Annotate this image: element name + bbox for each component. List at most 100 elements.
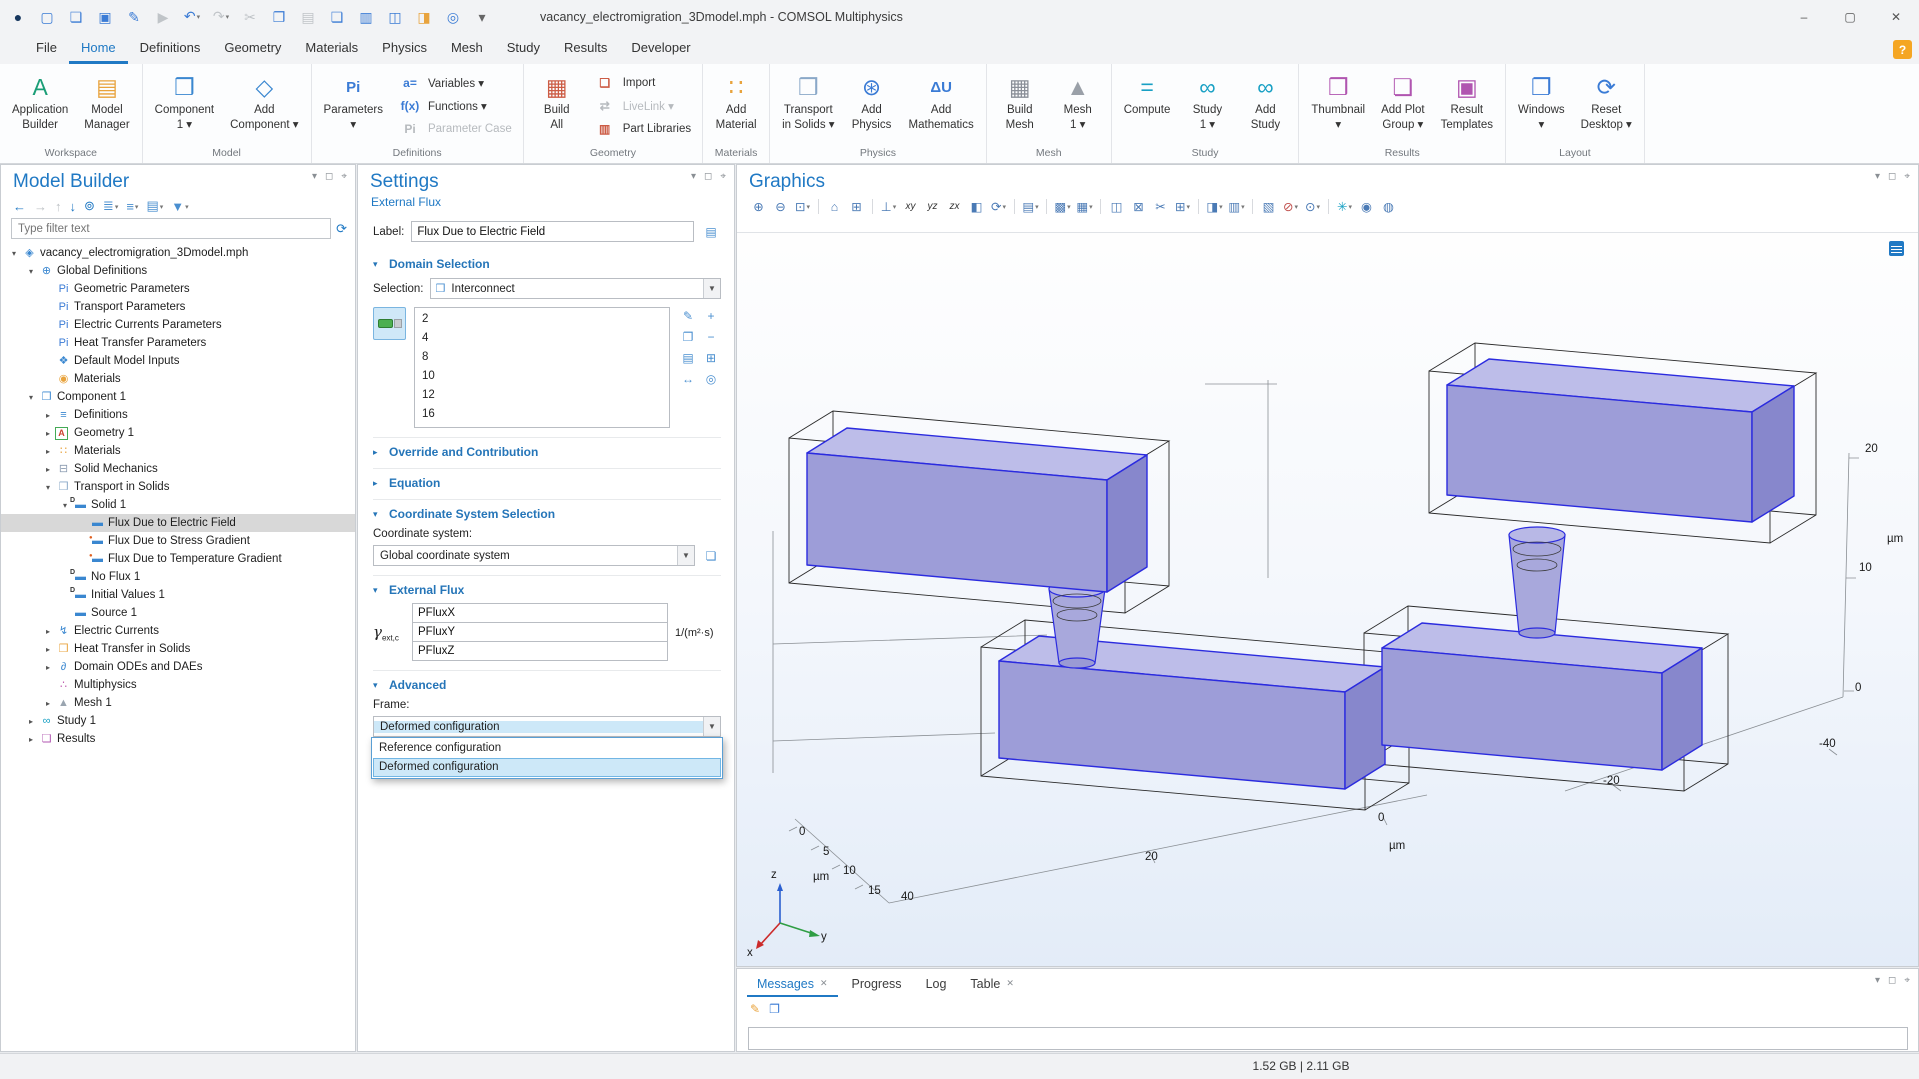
go-to-source-button[interactable]: ❏ xyxy=(701,546,721,566)
go-to-zx-view-icon[interactable]: zx xyxy=(945,197,964,216)
add-view-icon[interactable]: ⊞▾ xyxy=(1173,197,1192,216)
hide-selection-icon[interactable]: ⊘▾ xyxy=(1281,197,1300,216)
panel-menu-icon[interactable]: ▾ xyxy=(1875,171,1880,182)
new-file-icon[interactable]: ▢ xyxy=(37,7,57,27)
rotate-view-icon[interactable]: ⟳▾ xyxy=(989,197,1008,216)
float-panel-icon[interactable]: ◻ xyxy=(1888,171,1896,182)
tree-item[interactable]: ▾◈vacancy_electromigration_3Dmodel.mph xyxy=(1,244,355,262)
frame-option[interactable]: Reference configuration xyxy=(373,739,721,758)
model-tree-node-text-icon[interactable]: ▤▾ xyxy=(146,198,163,214)
menu-developer[interactable]: Developer xyxy=(619,35,702,64)
expander-closed-icon[interactable]: ▸ xyxy=(41,699,55,708)
tree-item[interactable]: ▸↯Electric Currents xyxy=(1,622,355,640)
wireframe-icon[interactable]: ▥▾ xyxy=(1227,197,1246,216)
expander-open-icon[interactable]: ▾ xyxy=(24,393,38,402)
view-hiding-icon[interactable]: ◫ xyxy=(1107,197,1126,216)
domain-selection-list[interactable]: 248101216 xyxy=(414,307,670,428)
reset-desktop-button[interactable]: ⟳ResetDesktop ▾ xyxy=(1574,67,1639,144)
import-button[interactable]: ❏Import xyxy=(593,72,691,93)
domain-item[interactable]: 12 xyxy=(415,386,669,405)
frame-combo[interactable]: Deformed configuration ▼ xyxy=(373,716,721,737)
transparency-icon[interactable]: ◨▾ xyxy=(1205,197,1224,216)
go-forward-icon[interactable]: → xyxy=(34,199,47,214)
tab-log[interactable]: Log xyxy=(916,974,957,997)
add-material-button[interactable]: ∷AddMaterial xyxy=(708,67,764,144)
zoom-extents-icon[interactable]: ⊞ xyxy=(847,197,866,216)
menu-definitions[interactable]: Definitions xyxy=(128,35,213,64)
parameters-button[interactable]: PiParameters▾ xyxy=(317,67,390,144)
tree-item[interactable]: ❖Default Model Inputs xyxy=(1,352,355,370)
transport-in-solids-button[interactable]: ❒Transportin Solids ▾ xyxy=(775,67,841,144)
expander-closed-icon[interactable]: ▸ xyxy=(41,627,55,636)
close-icon[interactable]: ✕ xyxy=(1006,978,1014,989)
menu-geometry[interactable]: Geometry xyxy=(212,35,293,64)
show-icon[interactable]: ⊚ xyxy=(84,198,95,214)
pin-panel-icon[interactable]: ⌖ xyxy=(1904,171,1910,182)
domain-item[interactable]: 2 xyxy=(415,310,669,329)
zoom-to-selection-icon[interactable]: ⊞ xyxy=(701,349,721,367)
menu-home[interactable]: Home xyxy=(69,35,128,64)
select-box-icon[interactable]: ◫ xyxy=(385,7,405,27)
save-as-icon[interactable]: ✎ xyxy=(124,7,144,27)
application-builder-button[interactable]: AApplicationBuilder xyxy=(5,67,75,144)
tree-filter-input[interactable] xyxy=(11,218,331,239)
add-to-selection-icon[interactable]: + xyxy=(701,307,721,325)
expander-closed-icon[interactable]: ▸ xyxy=(41,465,55,474)
zoom-out-icon[interactable]: ⊖ xyxy=(771,197,790,216)
menu-materials[interactable]: Materials xyxy=(293,35,370,64)
windows-button[interactable]: ❐Windows▾ xyxy=(1511,67,1572,144)
pin-panel-icon[interactable]: ⌖ xyxy=(341,171,347,182)
expand-all-icon[interactable]: ≣▾ xyxy=(103,198,118,214)
messages-content[interactable] xyxy=(748,1027,1908,1050)
scene-window-icon[interactable]: ▤▾ xyxy=(1021,197,1040,216)
tree-item[interactable]: ▸∞Study 1 xyxy=(1,712,355,730)
move-down-icon[interactable]: ↓ xyxy=(70,199,77,214)
orthographic-projection-icon[interactable]: ▧ xyxy=(1259,197,1278,216)
color-theme-icon[interactable]: ▩▾ xyxy=(1053,197,1072,216)
expander-open-icon[interactable]: ▾ xyxy=(7,249,21,258)
tree-item[interactable]: ▸▲Mesh 1 xyxy=(1,694,355,712)
domain-item[interactable]: 8 xyxy=(415,348,669,367)
expander-open-icon[interactable]: ▾ xyxy=(41,483,55,492)
paste-selection-icon[interactable]: ▤ xyxy=(678,349,698,367)
part-libraries-button[interactable]: ▥Part Libraries xyxy=(593,118,691,139)
tree-item[interactable]: ▾❒Component 1 xyxy=(1,388,355,406)
tree-item[interactable]: ▬Flux Due to Stress Gradient xyxy=(1,532,355,550)
menu-study[interactable]: Study xyxy=(495,35,552,64)
show-selection-icon[interactable]: ◎ xyxy=(701,370,721,388)
pin-panel-icon[interactable]: ⌖ xyxy=(720,171,726,182)
tree-item[interactable]: ◉Materials xyxy=(1,370,355,388)
mirror-view-icon[interactable]: ◧ xyxy=(967,197,986,216)
go-to-yz-view-icon[interactable]: yz xyxy=(923,197,942,216)
expander-closed-icon[interactable]: ▸ xyxy=(41,663,55,672)
help-button[interactable]: ? xyxy=(1893,40,1912,59)
section-header[interactable]: ▾ Coordinate System Selection xyxy=(373,507,721,521)
tree-item[interactable]: ▬DNo Flux 1 xyxy=(1,568,355,586)
clear-selection-icon[interactable]: ◨ xyxy=(414,7,434,27)
plot-thumbnail-icon[interactable] xyxy=(1889,241,1904,256)
find-icon[interactable]: ◎ xyxy=(443,7,463,27)
new-selection-icon[interactable]: ✎ xyxy=(678,307,698,325)
add-study-button[interactable]: ∞AddStudy xyxy=(1237,67,1293,144)
tree-item[interactable]: ▸❏Results xyxy=(1,730,355,748)
scene-light-icon[interactable]: ✳▾ xyxy=(1335,197,1354,216)
label-edit-button[interactable]: ▤ xyxy=(701,222,721,242)
save-icon[interactable]: ▣ xyxy=(95,7,115,27)
open-file-icon[interactable]: ❏ xyxy=(66,7,86,27)
move-selection-icon[interactable]: ↔ xyxy=(678,370,698,388)
add-physics-button[interactable]: ⊛AddPhysics xyxy=(844,67,900,144)
panel-menu-icon[interactable]: ▾ xyxy=(312,171,317,182)
mesh-1-button[interactable]: ▲Mesh1 ▾ xyxy=(1050,67,1106,144)
close-icon[interactable]: ✕ xyxy=(820,978,828,989)
add-component-button[interactable]: ◇AddComponent ▾ xyxy=(223,67,305,144)
expander-open-icon[interactable]: ▾ xyxy=(24,267,38,276)
tree-item[interactable]: ▬Flux Due to Temperature Gradient xyxy=(1,550,355,568)
tab-progress[interactable]: Progress xyxy=(842,974,912,997)
flux-y-input[interactable] xyxy=(412,622,668,642)
compute-button[interactable]: =Compute xyxy=(1117,67,1178,144)
tree-item[interactable]: ▾⊕Global Definitions xyxy=(1,262,355,280)
tree-item[interactable]: ▾▬DSolid 1 xyxy=(1,496,355,514)
menu-file[interactable]: File xyxy=(24,35,69,64)
selection-combo[interactable]: ❒ Interconnect ▼ xyxy=(430,278,721,299)
go-to-xy-view-icon[interactable]: xy xyxy=(901,197,920,216)
